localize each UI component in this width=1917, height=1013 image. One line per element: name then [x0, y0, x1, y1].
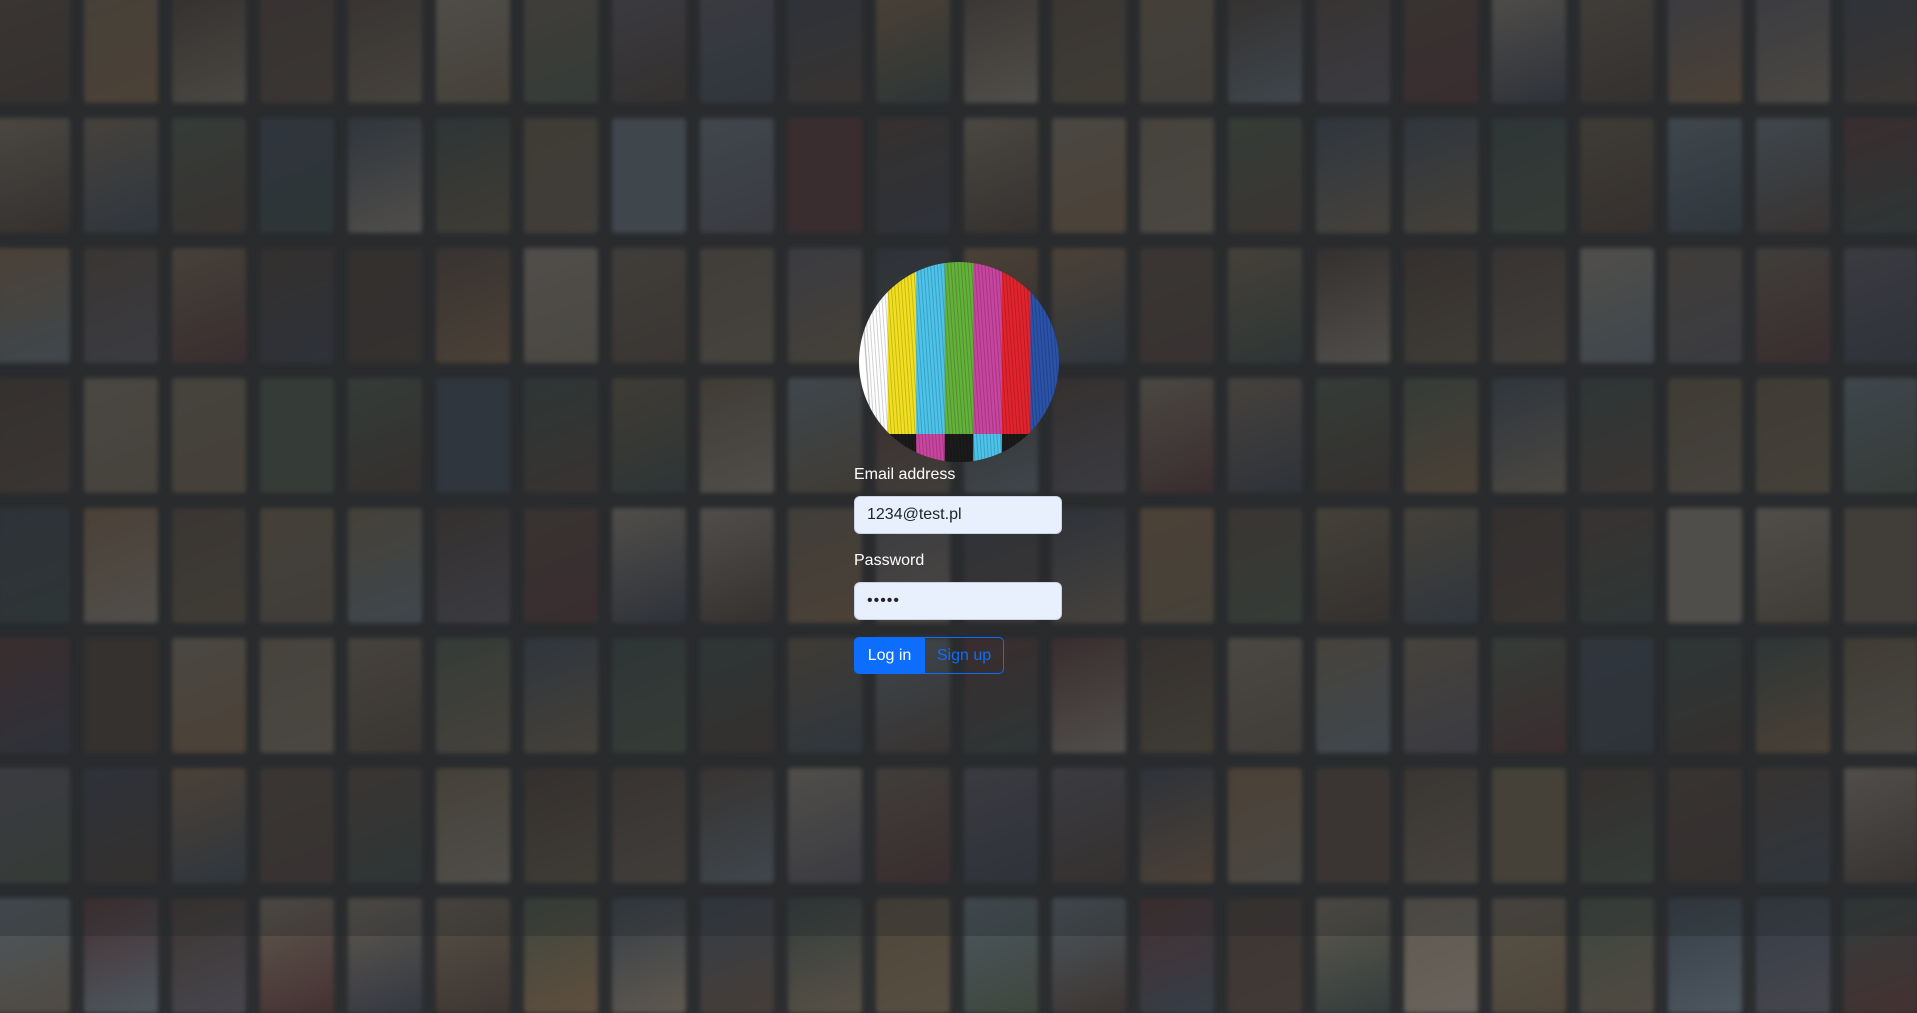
password-input[interactable]: [854, 582, 1062, 620]
poster-background: [0, 0, 1917, 1013]
signup-button[interactable]: Sign up: [924, 637, 1004, 674]
color-bar: [1001, 262, 1031, 434]
email-label: Email address: [854, 466, 956, 483]
background-overlay: [0, 0, 1917, 936]
email-input[interactable]: [854, 496, 1062, 534]
login-button[interactable]: Log in: [854, 637, 925, 674]
tv-color-bars-icon: [859, 262, 1059, 462]
password-label: Password: [854, 552, 925, 569]
